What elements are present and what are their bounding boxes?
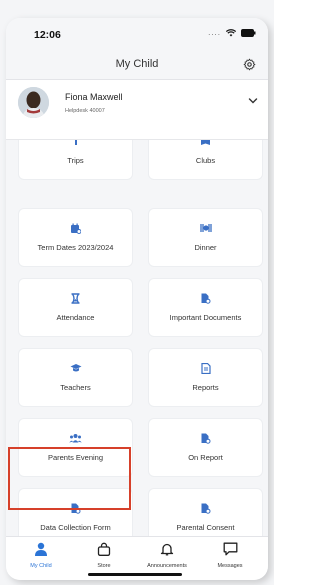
gear-icon[interactable] [243, 58, 256, 71]
tab-label: Store [97, 563, 111, 569]
tile-teachers[interactable]: Teachers [19, 349, 132, 406]
tile-parents-evening[interactable]: Parents Evening [19, 419, 132, 476]
bell-icon [160, 543, 174, 556]
status-time: 12:06 [34, 29, 61, 41]
tile-attendance[interactable]: Attendance [19, 279, 132, 336]
tab-store[interactable]: Store [77, 542, 131, 569]
tile-label: Important Documents [169, 313, 242, 322]
tab-label: Announcements [147, 563, 187, 569]
status-icons: .... [208, 28, 256, 37]
app-screen: 12:06 .... My Child Fiona Maxwell Helpde… [0, 0, 274, 585]
tile-parental-consent[interactable]: Parental Consent [149, 489, 262, 542]
document-icon [201, 293, 211, 304]
tab-label: My Child [30, 563, 52, 569]
signal-icon: .... [208, 28, 221, 37]
tile-label: Trips [67, 156, 84, 165]
tile-label: Attendance [56, 313, 95, 322]
tile-label: Teachers [60, 383, 91, 392]
tile-on-report[interactable]: On Report [149, 419, 262, 476]
clubs-icon [201, 140, 210, 145]
tile-label: Data Collection Form [40, 523, 111, 532]
tile-label: Parental Consent [176, 523, 235, 532]
status-bar: 12:06 .... [6, 18, 268, 50]
tile-reports[interactable]: Reports [149, 349, 262, 406]
child-selector[interactable]: Fiona Maxwell Helpdesk 40007 [6, 80, 268, 140]
document-icon [71, 503, 81, 514]
document-icon [201, 503, 211, 514]
group-icon [69, 434, 82, 443]
child-name: Fiona Maxwell [65, 92, 123, 102]
tab-messages[interactable]: Messages [203, 542, 257, 569]
bottom-tab-bar: My Child Store Announcements Messages [6, 536, 268, 580]
battery-icon [241, 28, 256, 37]
graduation-cap-icon [70, 364, 81, 372]
report-icon [200, 363, 211, 374]
attendance-icon [71, 293, 80, 304]
device-frame: 12:06 .... My Child Fiona Maxwell Helpde… [6, 18, 268, 580]
document-icon [201, 433, 211, 444]
tile-label: Parents Evening [47, 453, 104, 462]
tile-label: Dinner [194, 243, 217, 252]
child-school: Helpdesk 40007 [65, 108, 105, 114]
tile-label: Term Dates 2023/2024 [37, 243, 114, 252]
tile-dinner[interactable]: Dinner [149, 209, 262, 266]
tab-announcements[interactable]: Announcements [140, 542, 194, 569]
tile-trips[interactable]: Trips [19, 140, 132, 179]
wifi-icon [226, 28, 236, 36]
calendar-icon [71, 223, 81, 234]
tile-label: Clubs [195, 156, 216, 165]
tab-my-child[interactable]: My Child [14, 542, 68, 569]
tile-clubs[interactable]: Clubs [149, 140, 262, 179]
dinner-icon [199, 224, 212, 232]
person-icon [35, 542, 47, 556]
chat-icon [223, 542, 237, 556]
trips-icon [74, 140, 77, 145]
tab-label: Messages [217, 563, 243, 569]
avatar [18, 87, 49, 118]
shopping-bag-icon [97, 542, 111, 556]
tile-important-documents[interactable]: Important Documents [149, 279, 262, 336]
top-navbar: My Child [6, 50, 268, 80]
tile-term-dates[interactable]: Term Dates 2023/2024 [19, 209, 132, 266]
feature-grid: Trips Clubs Term Dates 2023/2024 Dinner … [6, 140, 268, 542]
page-title: My Child [115, 58, 159, 70]
tile-label: Reports [192, 383, 219, 392]
tile-data-collection-form[interactable]: Data Collection Form [19, 489, 132, 542]
chevron-down-icon[interactable] [248, 97, 258, 105]
home-indicator [88, 573, 182, 576]
tile-label: On Report [188, 453, 223, 462]
